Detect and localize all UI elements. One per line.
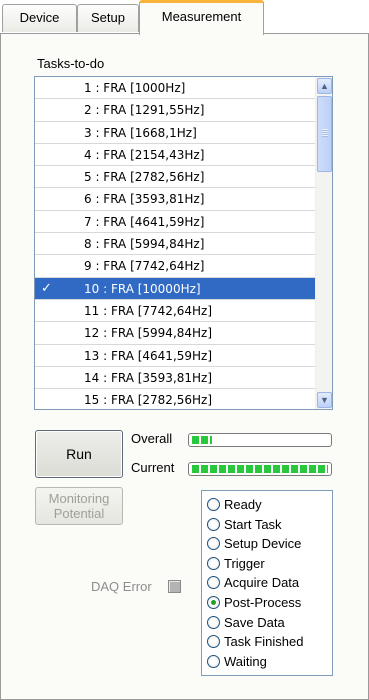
status-label: Setup Device: [224, 536, 302, 552]
status-radio-group: Ready Start Task Setup Device Trigger Acquir…: [201, 490, 333, 676]
task-label: 8 : FRA [5994,84Hz]: [84, 237, 205, 252]
current-label: Current: [131, 460, 175, 475]
monitoring-potential-button[interactable]: Monitoring Potential: [35, 487, 123, 525]
status-label: Acquire Data: [224, 575, 300, 591]
task-row[interactable]: 2 : FRA [1291,55Hz]: [35, 99, 316, 122]
overall-progress-bar: [188, 433, 332, 447]
task-row[interactable]: 5 : FRA [2782,56Hz]: [35, 166, 316, 189]
radio-icon: [207, 576, 220, 590]
task-label: 5 : FRA [2782,56Hz]: [84, 170, 205, 185]
task-label: 1 : FRA [1000Hz]: [84, 81, 186, 95]
tab-bar: Device Setup Measurement: [0, 0, 369, 35]
task-row[interactable]: 9 : FRA [7742,64Hz]: [35, 255, 316, 278]
status-label: Waiting: [224, 653, 267, 669]
tasks-list: 1 : FRA [1000Hz] 2 : FRA [1291,55Hz] 3 : F…: [35, 77, 316, 409]
radio-icon: [207, 517, 220, 531]
scroll-down-button[interactable]: ▼: [317, 392, 332, 408]
status-label: Start Task: [224, 516, 282, 532]
radio-icon: [207, 615, 220, 629]
task-row[interactable]: 1 : FRA [1000Hz]: [35, 77, 316, 100]
task-row[interactable]: 14 : FRA [3593,81Hz]: [35, 367, 316, 390]
radio-icon: [207, 498, 220, 511]
task-row[interactable]: 7 : FRA [4641,59Hz]: [35, 211, 316, 234]
task-label: 15 : FRA [2782,56Hz]: [84, 393, 213, 408]
radio-icon: [207, 596, 220, 609]
status-label: Post-Process: [224, 595, 302, 610]
tab-device[interactable]: Device: [2, 4, 77, 32]
task-label: 11 : FRA [7742,64Hz]: [84, 303, 213, 318]
task-row[interactable]: 6 : FRA [3593,81Hz]: [35, 188, 316, 211]
overall-label: Overall: [131, 431, 173, 446]
radio-icon: [207, 556, 220, 570]
current-progress-fill: [192, 465, 328, 473]
chevron-up-icon: ▲: [320, 81, 329, 91]
task-row[interactable]: 4 : FRA [2154,43Hz]: [35, 144, 316, 167]
daq-error-label: DAQ Error: [91, 579, 152, 594]
status-label: Task Finished: [224, 634, 304, 650]
run-button[interactable]: Run: [35, 430, 123, 478]
task-label: 7 : FRA [4641,59Hz]: [84, 214, 205, 229]
task-row[interactable]: ✓ 10 : FRA [10000Hz]: [35, 277, 316, 300]
task-label: 9 : FRA [7742,64Hz]: [84, 259, 205, 274]
monitoring-label-line2: Potential: [53, 506, 105, 521]
status-label: Save Data: [224, 614, 285, 630]
scroll-up-button[interactable]: ▲: [317, 78, 332, 94]
chevron-down-icon: ▼: [320, 395, 329, 405]
task-row[interactable]: 15 : FRA [2782,56Hz]: [35, 389, 316, 409]
current-progress-bar: [188, 462, 332, 476]
status-label: Trigger: [224, 555, 265, 571]
tab-setup[interactable]: Setup: [77, 4, 139, 32]
overall-progress-fill: [192, 436, 213, 444]
task-label: 4 : FRA [2154,43Hz]: [84, 147, 205, 162]
task-label: 14 : FRA [3593,81Hz]: [84, 370, 213, 385]
status-label: Ready: [224, 497, 262, 512]
task-row[interactable]: 3 : FRA [1668,1Hz]: [35, 122, 316, 144]
task-label: 2 : FRA [1291,55Hz]: [84, 103, 205, 118]
tasks-to-do-label: Tasks-to-do: [37, 56, 105, 71]
tasks-scrollbar[interactable]: ▲ ▼: [315, 77, 332, 409]
tab-measurement[interactable]: Measurement: [139, 0, 264, 35]
task-label: 10 : FRA [10000Hz]: [84, 281, 201, 296]
task-row[interactable]: 8 : FRA [5994,84Hz]: [35, 233, 316, 256]
task-label: 12 : FRA [5994,84Hz]: [84, 326, 213, 341]
scroll-thumb[interactable]: [317, 96, 332, 172]
task-row[interactable]: 11 : FRA [7742,64Hz]: [35, 300, 316, 323]
task-row[interactable]: 12 : FRA [5994,84Hz]: [35, 322, 316, 345]
task-label: 13 : FRA [4641,59Hz]: [84, 348, 213, 363]
task-row[interactable]: 13 : FRA [4641,59Hz]: [35, 345, 316, 367]
radio-icon: [207, 654, 220, 668]
radio-icon: [207, 635, 220, 649]
task-label: 6 : FRA [3593,81Hz]: [84, 192, 205, 207]
task-label: 3 : FRA [1668,1Hz]: [84, 125, 197, 140]
checkmark-icon: ✓: [41, 280, 52, 296]
tasks-listbox[interactable]: 1 : FRA [1000Hz] 2 : FRA [1291,55Hz] 3 : F…: [34, 76, 333, 410]
radio-icon: [207, 537, 220, 551]
daq-error-indicator: [168, 580, 181, 593]
monitoring-label-line1: Monitoring: [48, 491, 110, 506]
